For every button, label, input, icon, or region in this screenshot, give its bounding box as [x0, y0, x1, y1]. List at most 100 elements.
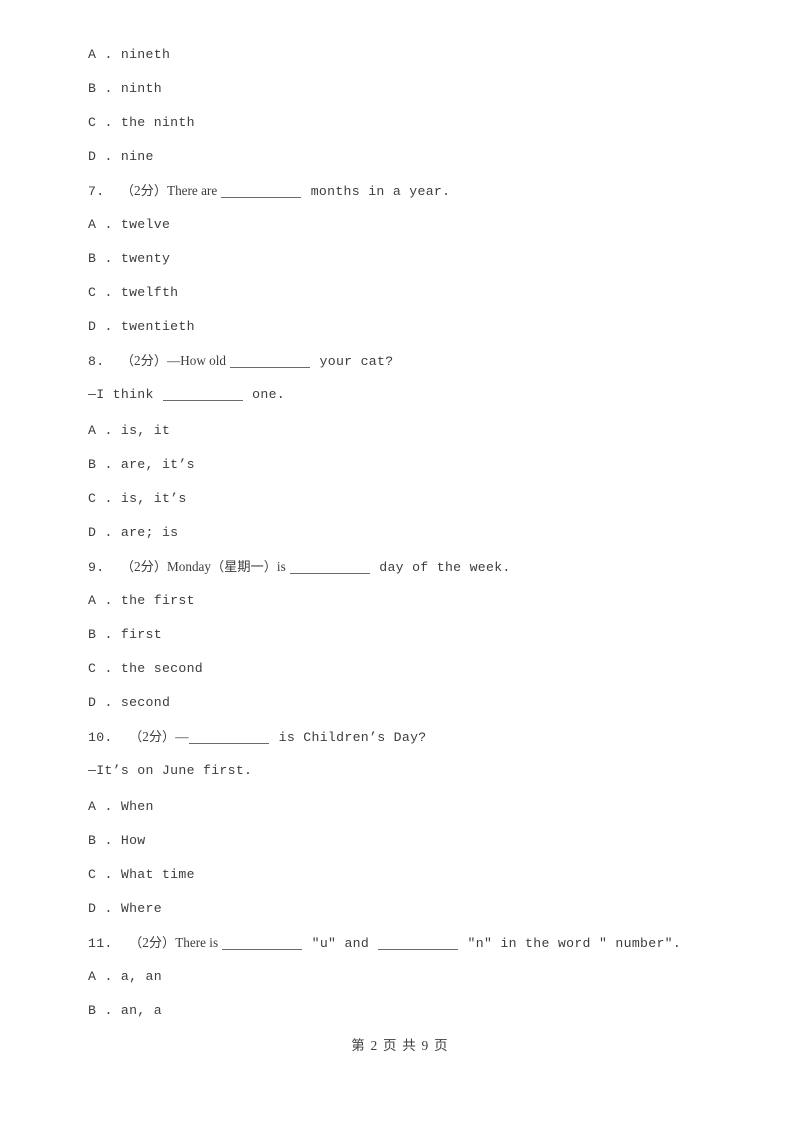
option-separator: . [104, 217, 113, 232]
option-text: twentieth [120, 319, 195, 334]
option-letter: A [88, 969, 97, 984]
question-number: 7. [88, 184, 105, 199]
option-separator: . [104, 115, 113, 130]
question-text-pre: — [175, 729, 189, 744]
option-text: What time [120, 867, 195, 882]
option-letter: B [88, 833, 97, 848]
option-text: the ninth [120, 115, 195, 130]
answer-option[interactable]: A . is, it [88, 424, 708, 458]
option-separator: . [104, 457, 113, 472]
option-text: are; is [120, 525, 179, 540]
option-letter: D [88, 901, 97, 916]
option-separator: . [104, 149, 113, 164]
option-letter: B [88, 251, 97, 266]
option-text: nineth [120, 47, 171, 62]
question-marks: （2分） [120, 353, 168, 368]
fill-in-blank[interactable] [221, 186, 302, 198]
question-text-post: is Children’s Day? [270, 730, 427, 745]
answer-option[interactable]: D . nine [88, 150, 708, 184]
question-text-pre: There are [167, 183, 221, 198]
fill-in-blank[interactable] [378, 938, 459, 950]
question-text-post: months in a year. [302, 184, 451, 199]
option-letter: A [88, 799, 97, 814]
question-marks: （2分） [129, 935, 176, 950]
answer-text-pre: —I think [88, 387, 162, 402]
fill-in-blank[interactable] [230, 356, 311, 368]
answer-option[interactable]: A . the first [88, 594, 708, 628]
option-letter: C [88, 115, 97, 130]
question-text-post: ″n″ in the word ″ number″. [459, 936, 682, 951]
option-letter: D [88, 525, 97, 540]
question-number: 10. [88, 730, 113, 745]
option-separator: . [104, 47, 113, 62]
answer-option[interactable]: C . the second [88, 662, 708, 696]
fill-in-blank[interactable] [222, 938, 303, 950]
answer-option[interactable]: D . are; is [88, 526, 708, 560]
option-text: ninth [120, 81, 162, 96]
option-separator: . [104, 867, 113, 882]
option-separator: . [104, 901, 113, 916]
option-separator: . [104, 251, 113, 266]
option-letter: C [88, 867, 97, 882]
answer-option[interactable]: C . twelfth [88, 286, 708, 320]
option-letter: C [88, 285, 97, 300]
fill-in-blank[interactable] [290, 562, 371, 574]
option-separator: . [104, 593, 113, 608]
question-marks: （2分） [120, 183, 168, 198]
option-text: the second [120, 661, 204, 676]
answer-option[interactable]: B . first [88, 628, 708, 662]
option-letter: A [88, 593, 97, 608]
answer-option[interactable]: B . How [88, 834, 708, 868]
option-letter: D [88, 695, 97, 710]
option-text: is, it’s [120, 491, 187, 506]
answer-option[interactable]: D . Where [88, 902, 708, 936]
option-letter: D [88, 319, 97, 334]
fill-in-blank[interactable] [162, 389, 243, 401]
question-stem: 8. （2分）—How old your cat? [88, 354, 708, 388]
option-letter: B [88, 1003, 97, 1018]
document-page: A . nineth B . ninth C . the ninth D . nine… [0, 0, 800, 1132]
answer-option[interactable]: C . What time [88, 868, 708, 902]
answer-option[interactable]: A . a, an [88, 970, 708, 1004]
answer-text-post: one. [243, 387, 286, 402]
answer-option[interactable]: C . the ninth [88, 116, 708, 150]
answer-option[interactable]: A . When [88, 800, 708, 834]
question-stem: 10. （2分）— is Children’s Day? [88, 730, 708, 764]
option-separator: . [104, 799, 113, 814]
answer-option[interactable]: A . nineth [88, 48, 708, 82]
answer-option[interactable]: B . are, it’s [88, 458, 708, 492]
question-text-pre: There is [175, 935, 222, 950]
answer-option[interactable]: D . second [88, 696, 708, 730]
question-text-pre: —How old [167, 353, 230, 368]
option-separator: . [104, 285, 113, 300]
answer-option[interactable]: B . twenty [88, 252, 708, 286]
question-marks: （2分） [129, 729, 176, 744]
answer-option[interactable]: C . is, it’s [88, 492, 708, 526]
answer-option[interactable]: A . twelve [88, 218, 708, 252]
option-separator: . [104, 491, 113, 506]
question-number: 8. [88, 354, 105, 369]
answer-option[interactable]: D . twentieth [88, 320, 708, 354]
answer-option[interactable]: B . an, a [88, 1004, 708, 1038]
option-separator: . [104, 969, 113, 984]
option-separator: . [104, 1003, 113, 1018]
fill-in-blank[interactable] [189, 732, 270, 744]
question-stem: 9. （2分）Monday（星期一）is day of the week. [88, 560, 708, 594]
answer-option[interactable]: B . ninth [88, 82, 708, 116]
question-number: 11. [88, 936, 113, 951]
option-letter: B [88, 457, 97, 472]
question-text-post: your cat? [311, 354, 394, 369]
option-text: How [120, 833, 146, 848]
option-separator: . [104, 81, 113, 96]
